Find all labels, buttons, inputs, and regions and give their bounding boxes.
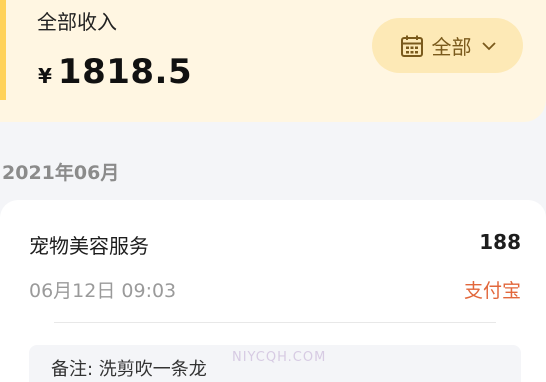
service-price: 188 (479, 230, 521, 254)
accent-bar (0, 0, 6, 100)
record-datetime: 06月12日 09:03 (29, 280, 177, 302)
date-filter-button[interactable]: 全部 (372, 18, 523, 73)
chevron-down-icon (481, 41, 496, 50)
month-group-label: 2021年06月 (2, 162, 120, 184)
income-title: 全部收入 (37, 10, 117, 34)
divider (54, 322, 496, 323)
currency-symbol: ¥ (38, 64, 52, 88)
amount-value: 1818.5 (57, 52, 193, 92)
record-note: 备注: 洗剪吹一条龙 (51, 359, 207, 380)
payment-method: 支付宝 (463, 280, 521, 302)
calendar-icon (400, 35, 423, 57)
watermark: NIYCQH.COM (232, 350, 327, 365)
filter-label: 全部 (431, 35, 472, 59)
total-amount: ¥ 1818.5 (38, 52, 192, 92)
income-summary-header: 全部收入 ¥ 1818.5 全部 (0, 0, 546, 122)
service-name: 宠物美容服务 (29, 234, 149, 258)
